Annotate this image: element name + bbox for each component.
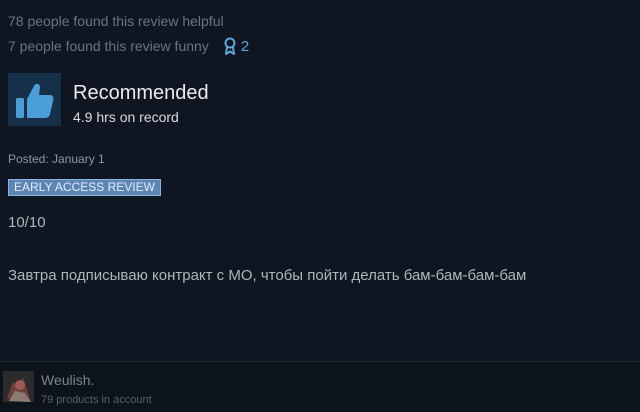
recommendation-title[interactable]: Recommended <box>73 81 209 105</box>
helpful-count-text: 78 people found this review helpful <box>8 13 224 29</box>
author-name[interactable]: Weulish. <box>41 372 94 389</box>
awards-button[interactable]: 2 <box>223 37 249 55</box>
hours-on-record: 4.9 hrs on record <box>73 109 179 125</box>
review-score: 10/10 <box>8 214 46 231</box>
review-body: Завтра подписываю контракт с МО, чтобы п… <box>8 267 527 284</box>
posted-date: Posted: January 1 <box>8 152 105 166</box>
avatar[interactable] <box>3 371 34 402</box>
funny-row: 7 people found this review funny 2 <box>8 36 249 56</box>
funny-count-text: 7 people found this review funny <box>8 38 209 54</box>
award-ribbon-icon <box>224 37 236 55</box>
thumbs-up-icon[interactable] <box>8 73 61 126</box>
awards-count: 2 <box>240 37 250 55</box>
products-count: 79 products in account <box>41 394 152 406</box>
early-access-badge: EARLY ACCESS REVIEW <box>8 179 161 196</box>
